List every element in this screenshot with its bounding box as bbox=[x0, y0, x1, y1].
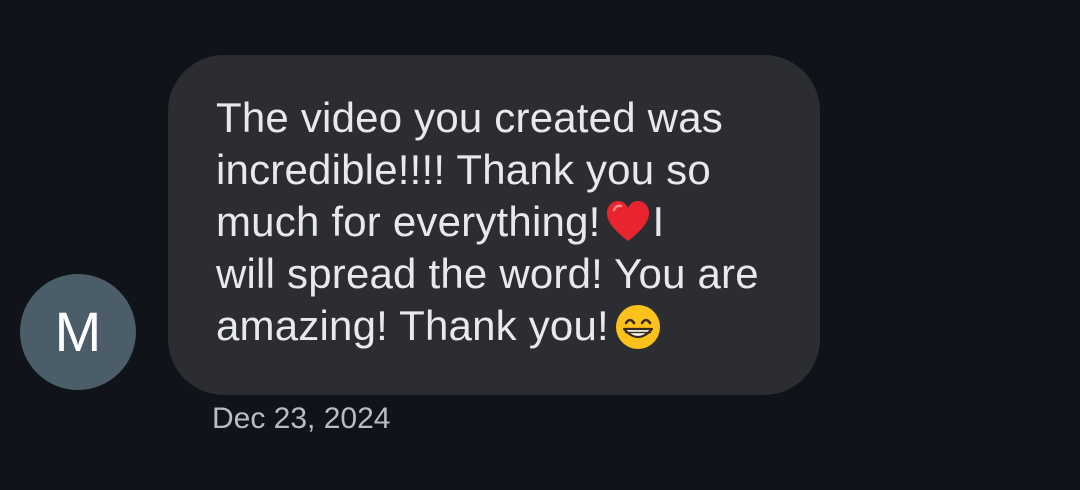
avatar-initial: M bbox=[54, 300, 102, 363]
message-fragment: much for everything! bbox=[216, 198, 601, 245]
message-fragment: I bbox=[652, 198, 665, 245]
message-line: amazing! Thank you! bbox=[216, 300, 790, 352]
message-text: The video you created was incredible!!!!… bbox=[216, 92, 790, 352]
grinning-face-icon bbox=[615, 305, 660, 349]
message-line: incredible!!!! Thank you so bbox=[216, 146, 711, 193]
message-line: The video you created was bbox=[216, 94, 723, 141]
message-line: will spread the word! You are bbox=[216, 250, 759, 297]
red-heart-icon bbox=[606, 201, 649, 241]
message-fragment: amazing! Thank you! bbox=[216, 302, 609, 349]
message-bubble[interactable]: The video you created was incredible!!!!… bbox=[168, 55, 820, 395]
message-timestamp: Dec 23, 2024 bbox=[212, 402, 391, 435]
message-line: much for everything! I bbox=[216, 196, 790, 248]
avatar[interactable]: M bbox=[20, 274, 136, 390]
